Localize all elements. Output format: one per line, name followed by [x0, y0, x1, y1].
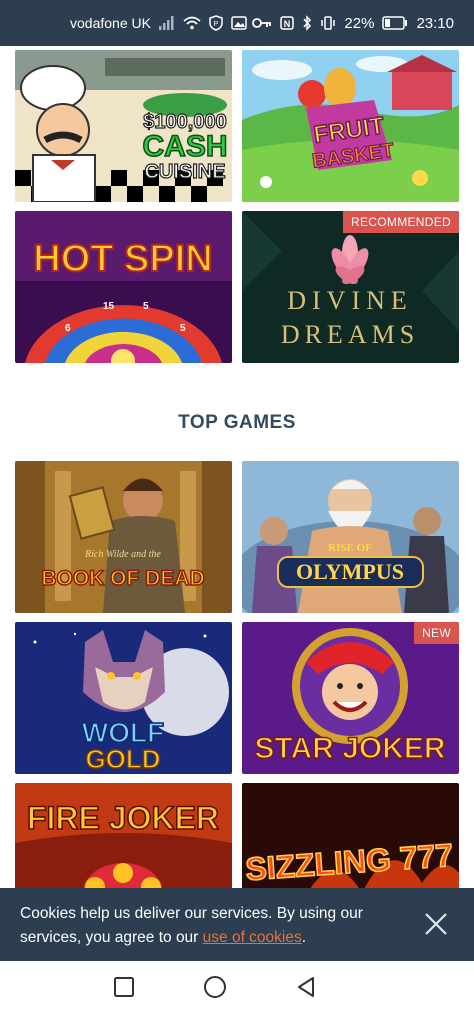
- divine-dreams-divine: DIVINE: [287, 286, 413, 315]
- game-tile-fruit-basket[interactable]: FRUIT BASKET: [242, 50, 459, 202]
- close-icon: [425, 913, 447, 935]
- game-tile-star-joker[interactable]: STAR JOKER NEW: [242, 622, 459, 774]
- cash-cuisine-cuisine: CUISINE: [144, 161, 225, 183]
- book-of-dead-title: BOOK OF DEAD: [41, 567, 204, 590]
- game-tile-cash-cuisine[interactable]: $100,000 CASH CUISINE: [15, 50, 232, 202]
- cookie-policy-link[interactable]: use of cookies: [203, 929, 302, 946]
- wolf-gold-artwork: WOLF GOLD: [15, 622, 232, 774]
- new-badge: NEW: [414, 622, 459, 644]
- nfc-icon: N: [280, 16, 295, 30]
- hot-spin-title: HOT SPIN: [33, 238, 212, 280]
- star-joker-title: STAR JOKER: [254, 732, 445, 765]
- clock: 23:10: [416, 14, 454, 32]
- back-button[interactable]: [294, 975, 318, 999]
- rise-of-olympus-artwork: RISE OF OLYMPUS: [242, 461, 459, 613]
- game-lobby: $100,000 CASH CUISINE FRUIT BASKET HOT S…: [0, 46, 474, 961]
- top-games-heading: TOP GAMES: [178, 412, 296, 433]
- svg-text:P: P: [214, 21, 219, 28]
- cookie-close-button[interactable]: [422, 910, 450, 938]
- recents-button[interactable]: [112, 975, 136, 999]
- home-button[interactable]: [203, 975, 227, 999]
- circle-icon: [204, 976, 226, 998]
- key-icon: [252, 17, 272, 29]
- svg-text:N: N: [284, 19, 291, 29]
- game-tile-hot-spin[interactable]: HOT SPIN 6 15 5 5: [15, 211, 232, 363]
- game-tile-divine-dreams[interactable]: DIVINE DREAMS RECOMMENDED: [242, 211, 459, 363]
- battery-icon: [382, 16, 408, 30]
- svg-text:6: 6: [65, 323, 71, 334]
- carrier-label: vodafone UK: [70, 15, 151, 31]
- cookie-text-end: .: [301, 929, 307, 946]
- cash-cuisine-artwork: $100,000 CASH CUISINE: [15, 50, 232, 202]
- back-triangle-icon: [298, 977, 314, 997]
- fruit-basket-artwork: FRUIT BASKET: [242, 50, 459, 202]
- game-tile-wolf-gold[interactable]: WOLF GOLD: [15, 622, 232, 774]
- vibrate-icon: [320, 16, 336, 30]
- system-nav-bar: [0, 961, 474, 1013]
- cookie-text: Cookies help us deliver our services. By…: [20, 905, 363, 946]
- rise-of-olympus-subtitle: RISE OF: [328, 542, 372, 554]
- fire-joker-title: FIRE JOKER: [27, 800, 219, 836]
- cash-cuisine-cash: CASH: [142, 130, 227, 163]
- recommended-badge: RECOMMENDED: [343, 211, 459, 233]
- shield-icon: P: [209, 15, 223, 31]
- bluetooth-icon: [302, 15, 312, 31]
- rise-of-olympus-title: OLYMPUS: [296, 559, 404, 584]
- divine-dreams-dreams: DREAMS: [281, 320, 419, 349]
- divine-dreams-artwork: DIVINE DREAMS: [242, 211, 459, 363]
- wolf-gold-gold: GOLD: [85, 744, 160, 774]
- signal-icon: [158, 16, 175, 30]
- game-tile-book-of-dead[interactable]: Rich Wilde and the BOOK OF DEAD: [15, 461, 232, 613]
- gallery-icon: [231, 16, 247, 30]
- book-of-dead-artwork: Rich Wilde and the BOOK OF DEAD: [15, 461, 232, 613]
- battery-percent: 22%: [344, 14, 375, 32]
- square-icon: [114, 977, 134, 997]
- book-of-dead-subtitle: Rich Wilde and the: [84, 549, 161, 560]
- wifi-icon: [183, 16, 201, 30]
- cookie-banner: Cookies help us deliver our services. By…: [0, 888, 474, 961]
- svg-text:5: 5: [143, 301, 149, 312]
- game-tile-rise-of-olympus[interactable]: RISE OF OLYMPUS: [242, 461, 459, 613]
- svg-text:5: 5: [180, 323, 186, 334]
- cookie-message: Cookies help us deliver our services. By…: [20, 902, 400, 950]
- star-joker-artwork: STAR JOKER: [242, 622, 459, 774]
- status-bar: vodafone UK P N 22% 23:10: [0, 0, 474, 46]
- hot-spin-artwork: HOT SPIN 6 15 5 5: [15, 211, 232, 363]
- svg-text:15: 15: [103, 301, 115, 312]
